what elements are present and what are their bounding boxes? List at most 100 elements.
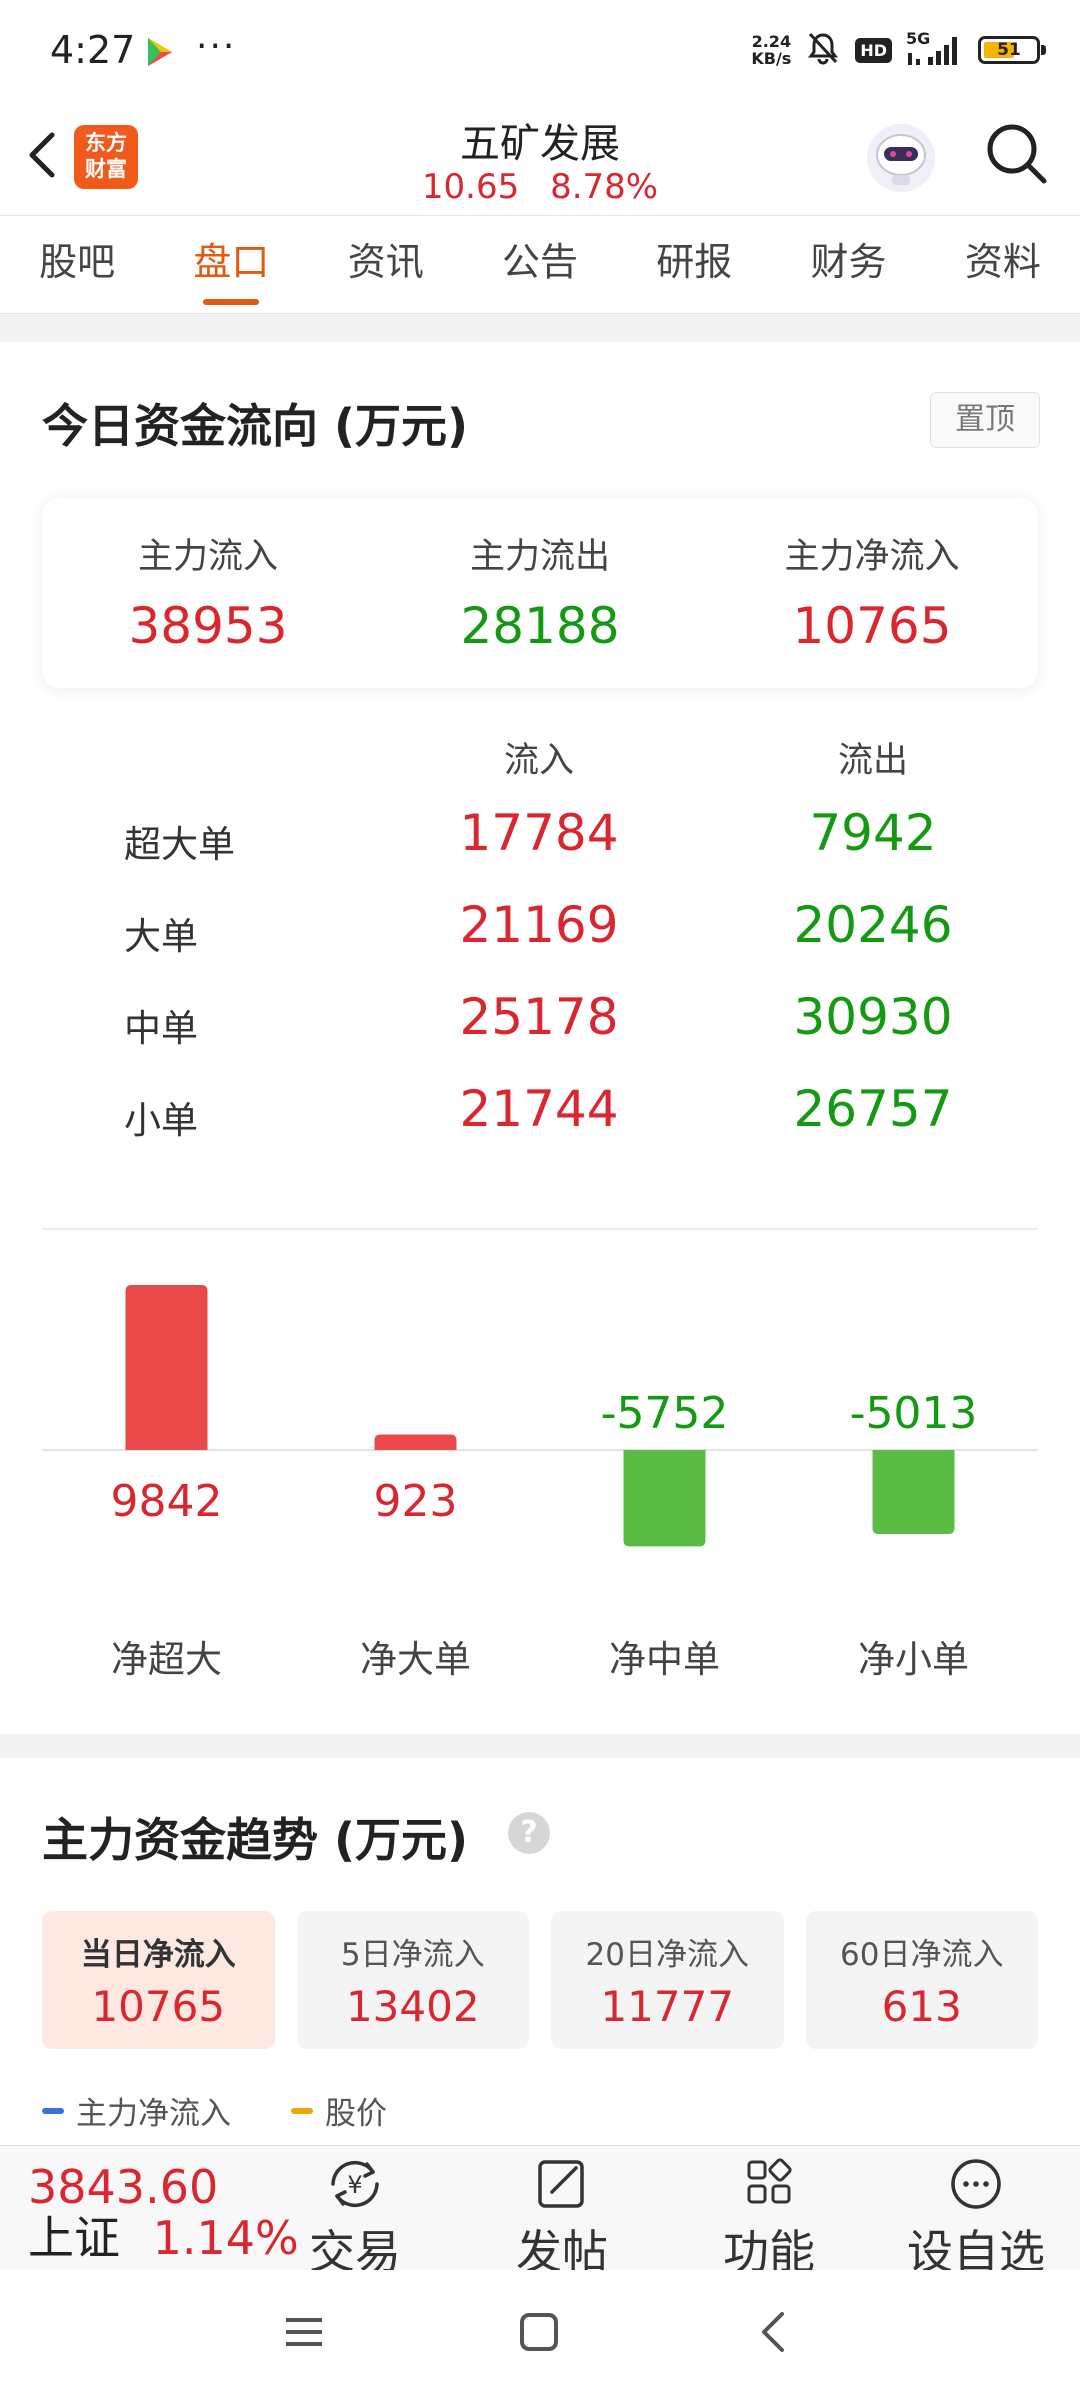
- signal-icon: 5G: [906, 29, 964, 67]
- app-header: 东方 财富 五矿发展 10.65 8.78%: [0, 105, 1080, 215]
- legend-label: 主力净流入: [76, 2096, 231, 2132]
- menu-button[interactable]: [280, 2308, 328, 2360]
- search-button[interactable]: [982, 119, 1052, 189]
- post-button[interactable]: 发帖: [487, 2156, 637, 2282]
- col-header-inflow: 流入: [503, 741, 574, 781]
- period-tab-5d[interactable]: 5日净流入 13402: [296, 1911, 529, 2049]
- back-chevron-icon: [762, 2312, 784, 2352]
- battery-icon: 51: [978, 36, 1046, 64]
- status-bar: 4:27 ··· 2.24 KB/s HD 5G 51: [0, 0, 1080, 105]
- svg-text:¥: ¥: [347, 2171, 362, 2199]
- stock-price: 10.65: [421, 167, 520, 207]
- bar-value-label-0: 9842: [111, 1476, 223, 1527]
- period-label: 5日净流入: [340, 1937, 485, 1973]
- system-nav-bar: [0, 2270, 1080, 2400]
- period-value: 11777: [600, 1982, 735, 2031]
- divider: [42, 1228, 1038, 1230]
- nav-back-button[interactable]: [750, 2308, 798, 2360]
- legend-swatch: [291, 2107, 313, 2114]
- search-icon: [987, 124, 1047, 184]
- period-value: 10765: [91, 1982, 226, 2031]
- net-speed-unit: KB/s: [751, 49, 792, 68]
- period-label: 60日净流入: [840, 1937, 1004, 1973]
- tab-profile[interactable]: 资料: [926, 216, 1080, 313]
- play-store-icon: [145, 36, 175, 72]
- row-label: 超大单: [124, 823, 235, 866]
- menu-icon: [286, 2318, 322, 2346]
- tab-guba[interactable]: 股吧: [0, 216, 154, 313]
- tab-news[interactable]: 资讯: [309, 216, 463, 313]
- period-tab-60d[interactable]: 60日净流入 613: [805, 1911, 1038, 2049]
- grid-apps-icon: [747, 2158, 792, 2204]
- tab-research[interactable]: 研报: [617, 216, 771, 313]
- fund-flow-title: 今日资金流向 (万元): [42, 399, 469, 453]
- summary-label: 主力净流入: [784, 537, 960, 577]
- period-tab-today[interactable]: 当日净流入 10765: [42, 1911, 275, 2049]
- stock-change-pct: 8.78%: [550, 167, 659, 207]
- hd-badge: HD: [855, 37, 892, 63]
- period-value: 613: [881, 1982, 962, 2031]
- bar-3: [872, 1450, 955, 1535]
- fund-flow-summary: 主力流入 38953 主力流出 28188 主力净流入 10765: [42, 498, 1038, 688]
- bar-2: [623, 1450, 706, 1547]
- bar-1: [374, 1434, 457, 1450]
- assistant-robot-icon[interactable]: [862, 119, 940, 197]
- table-row: 中单 25178 30930: [0, 982, 1080, 1074]
- summary-label: 主力流出: [469, 537, 610, 577]
- legend-main-net-inflow: 主力净流入: [42, 2088, 231, 2133]
- table-row: 小单 21744 26757: [0, 1074, 1080, 1166]
- home-button[interactable]: [515, 2308, 563, 2360]
- row-outflow: 30930: [793, 988, 953, 1046]
- period-tab-20d[interactable]: 20日净流入 11777: [551, 1911, 784, 2049]
- row-outflow: 7942: [809, 804, 937, 862]
- row-inflow: 21744: [459, 1080, 619, 1138]
- tab-finance[interactable]: 财务: [771, 216, 925, 313]
- legend-swatch: [42, 2107, 64, 2114]
- trend-title: 主力资金趋势 (万元): [42, 1813, 469, 1867]
- row-inflow: 25178: [459, 988, 619, 1046]
- status-icons: 2.24 KB/s HD 5G 51: [751, 29, 1046, 70]
- net-flow-chart: 9842 净超大 923 净大单 -5752 净中单 -5013 净小单: [0, 1240, 1080, 1710]
- row-inflow: 17784: [459, 804, 619, 862]
- tab-pankou[interactable]: 盘口: [154, 216, 308, 313]
- bar-value-label-3: -5013: [850, 1388, 978, 1439]
- trend-period-tabs: 当日净流入 10765 5日净流入 13402 20日净流入 11777 60日…: [42, 1911, 1038, 2049]
- index-name: 上证: [28, 2211, 120, 2265]
- edit-post-icon: [538, 2160, 584, 2208]
- trend-legend: 主力净流入 股价: [42, 2088, 387, 2133]
- yen-exchange-icon: ¥: [331, 2160, 379, 2208]
- summary-value: 28188: [460, 597, 620, 655]
- summary-main-inflow: 主力流入 38953: [42, 498, 374, 688]
- summary-label: 主力流入: [137, 537, 278, 577]
- category-label-2: 净中单: [609, 1638, 720, 1681]
- col-header-outflow: 流出: [837, 741, 908, 781]
- help-icon[interactable]: ?: [508, 1812, 550, 1854]
- bar-value-label-2: -5752: [601, 1388, 729, 1439]
- row-outflow: 26757: [793, 1080, 953, 1138]
- period-label: 20日净流入: [585, 1937, 749, 1973]
- summary-value: 38953: [128, 597, 288, 655]
- row-inflow: 21169: [459, 896, 619, 954]
- tab-announcements[interactable]: 公告: [463, 216, 617, 313]
- bar-0: [125, 1285, 208, 1450]
- summary-main-net-inflow: 主力净流入 10765: [706, 498, 1038, 688]
- index-ticker[interactable]: 3843.60 上证 1.14%: [28, 2162, 299, 2264]
- row-label: 中单: [124, 1007, 198, 1050]
- net-speed-value: 2.24: [751, 32, 792, 51]
- functions-button[interactable]: 功能: [694, 2156, 844, 2282]
- pin-top-button[interactable]: 置顶: [930, 392, 1040, 448]
- period-label: 当日净流入: [80, 1937, 236, 1973]
- row-label: 小单: [124, 1099, 198, 1142]
- legend-label: 股价: [325, 2096, 387, 2132]
- main-fund-trend-card: 主力资金趋势 (万元) ? 当日净流入 10765 5日净流入 13402 20…: [0, 1758, 1080, 2158]
- trade-button[interactable]: ¥ 交易: [280, 2156, 430, 2282]
- row-outflow: 20246: [793, 896, 953, 954]
- clock: 4:27: [50, 28, 136, 72]
- table-row: 超大单 17784 7942: [0, 798, 1080, 890]
- bar-value-label-1: 923: [374, 1476, 458, 1527]
- net-flow-chart-svg: 9842 净超大 923 净大单 -5752 净中单 -5013 净小单: [42, 1285, 1038, 1681]
- category-label-1: 净大单: [360, 1638, 471, 1681]
- add-watchlist-button[interactable]: 设自选: [901, 2156, 1051, 2282]
- bell-off-icon: [805, 30, 841, 70]
- category-label-3: 净小单: [858, 1638, 969, 1681]
